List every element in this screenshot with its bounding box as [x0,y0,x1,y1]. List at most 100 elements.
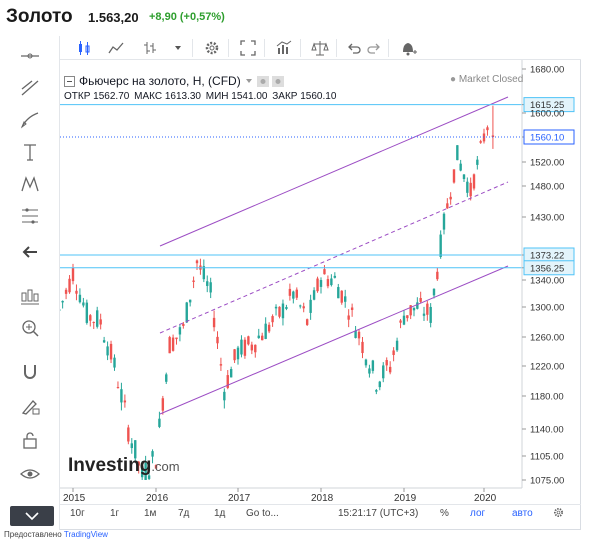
chart-toolbar [60,36,581,60]
candle-body [357,331,361,339]
brush-icon[interactable] [14,106,46,134]
range-1d[interactable]: 1д [214,508,225,519]
candle-body [466,181,469,193]
candle-body [299,305,302,307]
credit-text: Предоставлено [4,530,62,539]
close-value: 1560.10 [300,91,337,102]
candle-body [305,319,309,325]
area-chart-icon[interactable] [104,38,128,58]
candle-body [344,296,347,302]
pattern-tool-icon[interactable] [14,170,46,198]
candle-body [395,340,399,351]
time-tick-label: 2020 [474,493,497,504]
candle-body [165,374,168,382]
gear-icon[interactable] [552,506,565,522]
candle-body [439,234,442,257]
indicators-icon[interactable] [272,38,296,58]
bars-icon[interactable] [138,38,162,58]
log-toggle[interactable]: лог [470,508,485,519]
time-tick-label: 2018 [311,493,334,504]
candle-body [330,278,333,286]
candle-body [75,290,78,294]
redo-icon[interactable] [362,38,386,58]
candle-body [185,302,188,323]
trend-line-icon[interactable] [14,74,46,102]
candle-body [229,369,233,378]
compare-icon[interactable] [308,38,332,58]
zoom-in-icon[interactable] [14,314,46,342]
candle-body [406,315,409,319]
candle-body [419,297,422,302]
high-value: 1613.30 [164,91,201,102]
candle-body [64,289,68,294]
candles-icon[interactable] [72,38,96,58]
tradingview-link[interactable]: TradingView [64,530,108,539]
candle-body [422,313,426,316]
text-tool-icon[interactable] [14,138,46,166]
market-status: ● Market Closed [450,74,523,85]
gear-icon[interactable] [200,38,224,58]
lock-icon[interactable] [14,426,46,454]
candle-body [278,306,281,317]
candle-body [247,336,250,345]
price-tick-label: 1260.00 [530,333,564,344]
candle-body [82,302,85,306]
logo-suffix: .com [151,459,180,474]
ohlc-values: ОТКР 1562.70 МАКС 1613.30 МИН 1541.00 ЗА… [64,91,338,102]
chevron-down-icon[interactable] [166,38,190,58]
price-tick-label: 1340.00 [530,276,564,287]
lock-pencil-icon[interactable] [14,392,46,420]
candle-body [326,279,330,287]
candle-body [476,159,479,165]
eye-icon[interactable] [14,460,46,488]
fib-tool-icon[interactable] [14,202,46,230]
candle-body [113,357,116,368]
range-1y[interactable]: 1г [110,508,119,519]
candle-body [333,275,337,278]
candle-body [392,350,395,356]
candle-body [456,145,459,161]
candle-body [375,390,378,392]
candle-body [161,398,165,411]
drawing-toolbar [0,36,60,530]
fullscreen-icon[interactable] [236,38,260,58]
candle-body [250,344,254,351]
measure-icon[interactable] [14,282,46,310]
price-chart[interactable]: 1680.001615.251600.001560.101520.001480.… [60,60,581,506]
scroll-down-button[interactable] [10,506,54,526]
instrument-change: +8,90 (+0,57%) [149,11,225,23]
plot-area [60,60,522,488]
candle-body [368,368,371,374]
arrow-left-icon[interactable] [14,238,46,266]
candle-body [416,302,419,309]
range-7d[interactable]: 7д [178,508,189,519]
crosshair-icon[interactable] [14,42,46,70]
percent-toggle[interactable]: % [440,508,449,519]
candle-body [412,307,416,311]
range-10y[interactable]: 10г [70,508,85,519]
candle-body [432,288,436,296]
candle-body [337,287,340,299]
candle-body [188,299,192,303]
goto-button[interactable]: Go to... [246,508,279,519]
time-tick-label: 2017 [228,493,251,504]
range-1m[interactable]: 1м [144,508,156,519]
candle-body [240,339,243,355]
candle-body [61,300,64,303]
candle-body [274,306,278,309]
auto-toggle[interactable]: авто [512,508,533,519]
price-tick-label: 1180.00 [530,392,564,403]
chevron-down-icon[interactable] [245,77,253,85]
alert-icon[interactable] [396,38,420,58]
candle-body [257,335,260,339]
candle-body [288,288,292,296]
candle-body [171,337,175,351]
candle-body [399,320,402,323]
magnet-icon[interactable] [14,358,46,386]
collapse-legend-icon[interactable] [64,75,75,87]
price-tick-label: 1075.00 [530,476,564,487]
price-tick-label: 1140.00 [530,425,564,436]
legend-settings-icon[interactable] [256,75,285,87]
price-tick-label: 1560.10 [530,133,564,144]
price-tick-label: 1300.00 [530,303,564,314]
